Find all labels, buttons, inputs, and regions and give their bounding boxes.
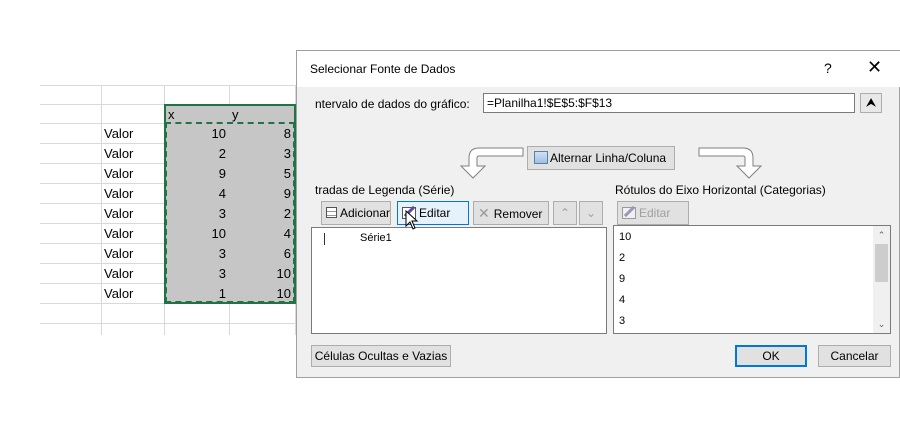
row-label-cell[interactable]: Valor — [104, 224, 164, 243]
y-value-cell[interactable]: 9 — [230, 184, 293, 203]
y-value-cell[interactable]: 10 — [230, 264, 293, 283]
row-label-cell[interactable]: Valor — [104, 284, 164, 303]
series-name: Série1 — [360, 232, 392, 244]
list-item[interactable]: 4 — [619, 294, 625, 306]
collapse-range-button[interactable]: ⮝ — [860, 93, 882, 113]
curved-arrow-left-icon — [459, 147, 524, 179]
select-data-source-dialog: Selecionar Fonte de Dados ? ✕ ntervalo d… — [296, 50, 900, 378]
hidden-empty-cells-button[interactable]: Células Ocultas e Vazias — [311, 345, 451, 367]
close-icon[interactable]: ✕ — [867, 57, 882, 78]
spreadsheet-area: x y Valor 10 8 Valor 2 3 Valor 9 5 Valor… — [40, 85, 325, 335]
move-down-button[interactable]: ⌄ — [579, 201, 603, 225]
ok-button[interactable]: OK — [735, 345, 807, 367]
switch-row-column-button[interactable]: Alternar Linha/Coluna — [527, 146, 675, 170]
scroll-down-icon[interactable]: ⌄ — [873, 317, 890, 331]
edit-axis-labels-label: Editar — [639, 206, 671, 220]
x-value-cell[interactable]: 3 — [166, 204, 228, 223]
remove-icon: ✕ — [478, 205, 490, 221]
x-value-cell[interactable]: 1 — [166, 284, 228, 303]
add-series-label: Adicionar — [340, 206, 391, 220]
row-label-cell[interactable]: Valor — [104, 164, 164, 183]
x-value-cell[interactable]: 2 — [166, 144, 228, 163]
y-value-cell[interactable]: 3 — [230, 144, 293, 163]
add-icon — [326, 207, 337, 218]
row-label-cell[interactable]: Valor — [104, 184, 164, 203]
edit-series-label: Editar — [419, 206, 451, 220]
chart-range-input[interactable]: =Planilha1!$E$5:$F$13 — [483, 93, 855, 113]
edit-icon — [622, 207, 636, 219]
row-label-cell[interactable]: Valor — [104, 244, 164, 263]
scroll-up-icon[interactable]: ⌃ — [873, 228, 890, 242]
y-value-cell[interactable]: 8 — [230, 124, 293, 143]
scrollbar[interactable]: ⌃ ⌄ — [873, 226, 890, 333]
x-value-cell[interactable]: 4 — [166, 184, 228, 203]
y-value-cell[interactable]: 10 — [230, 284, 293, 303]
y-value-cell[interactable]: 2 — [230, 204, 293, 223]
scroll-thumb[interactable] — [875, 244, 888, 282]
list-item[interactable]: 10 — [619, 231, 631, 243]
row-label-cell[interactable]: Valor — [104, 124, 164, 143]
axis-labels-title: Rótulos do Eixo Horizontal (Categorias) — [615, 183, 826, 197]
remove-series-label: Remover — [493, 207, 543, 221]
legend-entries-title: tradas de Legenda (Série) — [315, 183, 455, 197]
grid-line — [101, 85, 102, 335]
grid-line — [40, 85, 325, 86]
move-up-button[interactable]: ⌃ — [553, 201, 577, 225]
series-checkbox[interactable] — [324, 233, 334, 245]
header-y-cell[interactable]: y — [230, 105, 293, 124]
x-value-cell[interactable]: 10 — [166, 124, 228, 143]
switch-row-column-icon — [534, 151, 548, 164]
y-value-cell[interactable]: 5 — [230, 164, 293, 183]
mouse-cursor-icon — [405, 210, 419, 230]
dialog-title: Selecionar Fonte de Dados — [310, 62, 456, 76]
cancel-button[interactable]: Cancelar — [818, 345, 891, 367]
list-item[interactable]: Série1 — [312, 230, 606, 248]
grid-line — [40, 323, 325, 324]
list-item[interactable]: 9 — [619, 273, 625, 285]
y-value-cell[interactable]: 4 — [230, 224, 293, 243]
y-value-cell[interactable]: 6 — [230, 244, 293, 263]
dialog-titlebar[interactable]: Selecionar Fonte de Dados ? ✕ — [297, 51, 900, 87]
list-item[interactable]: 2 — [619, 252, 625, 264]
x-value-cell[interactable]: 3 — [166, 264, 228, 283]
remove-series-button[interactable]: ✕ Remover — [473, 201, 549, 225]
chart-range-label: ntervalo de dados do gráfico: — [315, 97, 470, 111]
x-value-cell[interactable]: 10 — [166, 224, 228, 243]
x-value-cell[interactable]: 3 — [166, 244, 228, 263]
edit-axis-labels-button[interactable]: Editar — [617, 201, 689, 225]
curved-arrow-right-icon — [698, 147, 763, 179]
row-label-cell[interactable]: Valor — [104, 144, 164, 163]
legend-series-list[interactable]: Série1 — [311, 227, 607, 334]
axis-categories-list[interactable]: 10 2 9 4 3 ⌃ ⌄ — [613, 225, 891, 334]
switch-row-column-label: Alternar Linha/Coluna — [550, 151, 667, 165]
header-x-cell[interactable]: x — [166, 105, 229, 124]
row-label-cell[interactable]: Valor — [104, 264, 164, 283]
help-button[interactable]: ? — [824, 60, 832, 76]
x-value-cell[interactable]: 9 — [166, 164, 228, 183]
legend-toolbar: Adicionar Editar ✕ Remover ⌃ ⌄ — [315, 201, 605, 225]
row-label-cell[interactable]: Valor — [104, 204, 164, 223]
list-item[interactable]: 3 — [619, 315, 625, 327]
add-series-button[interactable]: Adicionar — [321, 201, 391, 225]
